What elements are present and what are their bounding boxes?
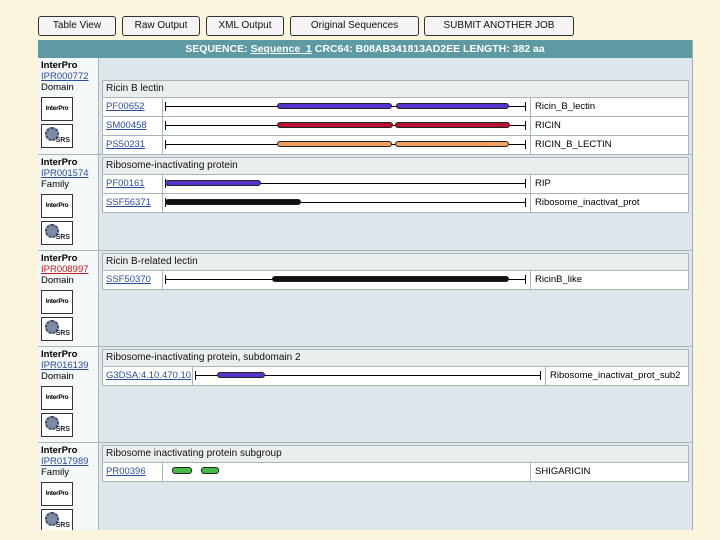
match-track xyxy=(165,271,528,289)
sequence-link[interactable]: Sequence_1 xyxy=(251,43,312,55)
match-row: PS50231 RICIN_B_LECTIN xyxy=(102,136,689,155)
entry-sidebar: InterPro IPR008997 Domain InterPro SRS xyxy=(38,251,99,346)
domain-bar[interactable] xyxy=(395,122,510,128)
entry-accession-link[interactable]: IPR001574 xyxy=(41,168,98,179)
entry-type: Domain xyxy=(41,82,74,93)
match-name: Ricin_B_lectin xyxy=(530,98,688,116)
entry-title: Ricin B lectin xyxy=(102,80,689,98)
match-track xyxy=(195,367,543,385)
match-name: SHIGARICIN xyxy=(530,463,688,481)
interpro-entry: InterPro IPR000772 Domain InterPro SRS R… xyxy=(38,58,692,155)
srs-icon[interactable]: SRS xyxy=(41,509,73,530)
entry-db: InterPro xyxy=(41,60,78,71)
interpro-entry: InterPro IPR008997 Domain InterPro SRS R… xyxy=(38,251,692,347)
results-panel: SEQUENCE: Sequence_1 CRC64: B08AB341813A… xyxy=(38,40,693,530)
entry-title: Ribosome-inactivating protein, subdomain… xyxy=(102,349,689,367)
match-accession-link[interactable]: SSF56371 xyxy=(103,194,163,212)
match-track xyxy=(165,136,528,154)
match-track xyxy=(165,98,528,116)
entry-matches: Ribosome-inactivating protein PF00161 RI… xyxy=(102,157,689,213)
match-name: Ribosome_inactivat_prot xyxy=(530,194,688,212)
original-sequences-button[interactable]: Original Sequences xyxy=(290,16,419,36)
entry-db: InterPro xyxy=(41,253,78,264)
match-row: PR00396 SHIGARICIN xyxy=(102,463,689,482)
match-row: PF00161 RIP xyxy=(102,175,689,194)
entry-matches: Ricin B-related lectin SSF50370 RicinB_l… xyxy=(102,253,689,290)
interpro-logo-icon[interactable]: InterPro xyxy=(41,290,73,314)
entry-accession-link[interactable]: IPR000772 xyxy=(41,71,98,82)
match-track xyxy=(165,194,528,212)
entry-title: Ribosome-inactivating protein xyxy=(102,157,689,175)
motif-bar[interactable] xyxy=(201,467,219,474)
match-row: SM00458 RICIN xyxy=(102,117,689,136)
sequence-details: CRC64: B08AB341813AD2EE LENGTH: 382 aa xyxy=(314,43,545,55)
match-name: RIP xyxy=(530,175,688,193)
entry-matches: Ribosome-inactivating protein, subdomain… xyxy=(102,349,689,386)
domain-bar[interactable] xyxy=(277,141,392,147)
interpro-logo-icon[interactable]: InterPro xyxy=(41,482,73,506)
match-row: PF00652 Ricin_B_lectin xyxy=(102,98,689,117)
domain-bar[interactable] xyxy=(277,122,393,128)
xml-output-button[interactable]: XML Output xyxy=(206,16,284,36)
entry-title: Ricin B-related lectin xyxy=(102,253,689,271)
interpro-entry: InterPro IPR001574 Family InterPro SRS R… xyxy=(38,155,692,251)
interpro-logo-icon[interactable]: InterPro xyxy=(41,194,73,218)
domain-bar[interactable] xyxy=(217,372,265,378)
domain-bar[interactable] xyxy=(165,199,301,205)
srs-icon[interactable]: SRS xyxy=(41,221,73,245)
srs-icon[interactable]: SRS xyxy=(41,413,73,437)
match-name: RICIN xyxy=(530,117,688,135)
entry-accession-link[interactable]: IPR008997 xyxy=(41,264,98,275)
interpro-entry: InterPro IPR017989 Family InterPro SRS R… xyxy=(38,443,692,530)
submit-another-job-button[interactable]: SUBMIT ANOTHER JOB xyxy=(424,16,574,36)
entry-db: InterPro xyxy=(41,445,78,456)
sequence-header: SEQUENCE: Sequence_1 CRC64: B08AB341813A… xyxy=(38,40,692,58)
match-track xyxy=(165,117,528,135)
entry-sidebar: InterPro IPR001574 Family InterPro SRS xyxy=(38,155,99,250)
entry-type: Family xyxy=(41,467,69,478)
entry-db: InterPro xyxy=(41,157,78,168)
entry-sidebar: InterPro IPR000772 Domain InterPro SRS xyxy=(38,58,99,154)
motif-bar[interactable] xyxy=(172,467,192,474)
entry-matches: Ricin B lectin PF00652 Ricin_B_lectin SM… xyxy=(102,80,689,155)
domain-bar[interactable] xyxy=(272,276,509,282)
match-row: SSF56371 Ribosome_inactivat_prot xyxy=(102,194,689,213)
match-track xyxy=(165,463,528,481)
raw-output-button[interactable]: Raw Output xyxy=(122,16,200,36)
entry-sidebar: InterPro IPR016139 Domain InterPro SRS xyxy=(38,347,99,442)
match-accession-link[interactable]: PR00396 xyxy=(103,463,163,481)
entry-type: Domain xyxy=(41,371,74,382)
table-view-button[interactable]: Table View xyxy=(38,16,116,36)
match-accession-link[interactable]: PF00161 xyxy=(103,175,163,193)
interpro-entry: InterPro IPR016139 Domain InterPro SRS R… xyxy=(38,347,692,443)
entry-title: Ribosome inactivating protein subgroup xyxy=(102,445,689,463)
match-accession-link[interactable]: G3DSA:4.10.470.10 xyxy=(103,367,193,385)
srs-icon[interactable]: SRS xyxy=(41,317,73,341)
match-accession-link[interactable]: PS50231 xyxy=(103,136,163,154)
match-name: RICIN_B_LECTIN xyxy=(530,136,688,154)
entry-accession-link[interactable]: IPR016139 xyxy=(41,360,98,371)
match-accession-link[interactable]: PF00652 xyxy=(103,98,163,116)
domain-bar[interactable] xyxy=(396,103,509,109)
domain-bar[interactable] xyxy=(165,180,261,186)
match-accession-link[interactable]: SM00458 xyxy=(103,117,163,135)
interpro-logo-icon[interactable]: InterPro xyxy=(41,97,73,121)
domain-bar[interactable] xyxy=(277,103,392,109)
entry-accession-link[interactable]: IPR017989 xyxy=(41,456,98,467)
entry-type: Family xyxy=(41,179,69,190)
match-name: Ribosome_inactivat_prot_sub2 xyxy=(545,367,688,385)
entry-type: Domain xyxy=(41,275,74,286)
entry-matches: Ribosome inactivating protein subgroup P… xyxy=(102,445,689,482)
match-track xyxy=(165,175,528,193)
match-name: RicinB_like xyxy=(530,271,688,289)
srs-icon[interactable]: SRS xyxy=(41,124,73,148)
match-row: G3DSA:4.10.470.10 Ribosome_inactivat_pro… xyxy=(102,367,689,386)
match-row: SSF50370 RicinB_like xyxy=(102,271,689,290)
match-accession-link[interactable]: SSF50370 xyxy=(103,271,163,289)
entry-db: InterPro xyxy=(41,349,78,360)
sequence-label: SEQUENCE: xyxy=(185,43,248,55)
domain-bar[interactable] xyxy=(395,141,509,147)
interpro-logo-icon[interactable]: InterPro xyxy=(41,386,73,410)
entry-sidebar: InterPro IPR017989 Family InterPro SRS xyxy=(38,443,99,530)
